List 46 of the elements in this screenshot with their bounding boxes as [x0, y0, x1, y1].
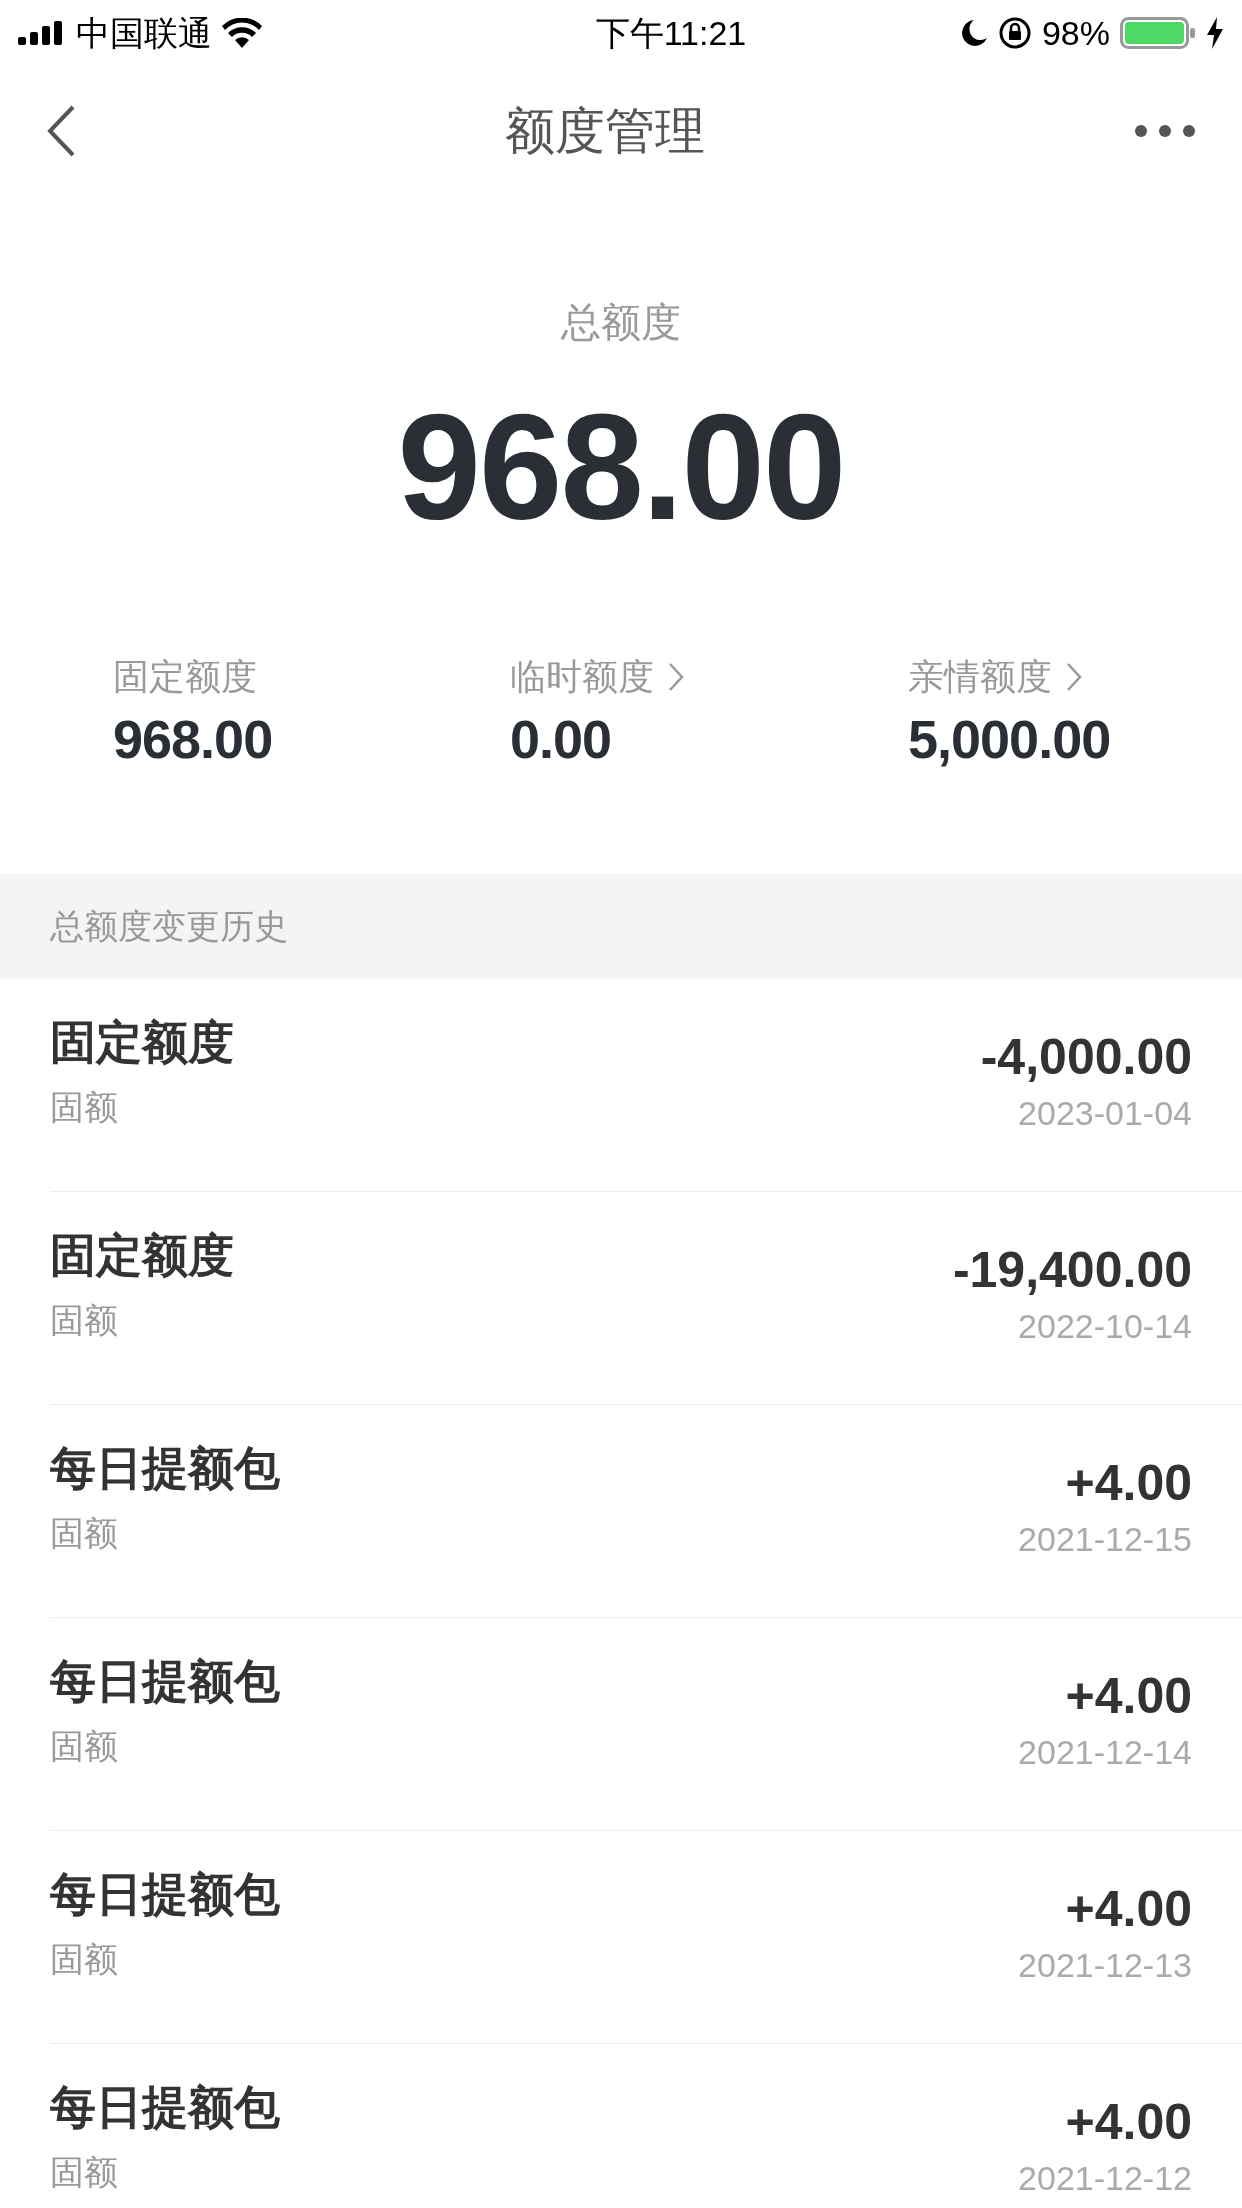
- total-limit-amount: 968.00: [397, 392, 845, 542]
- entry-type: 固额: [50, 1087, 119, 1127]
- total-limit-label: 总额度: [561, 302, 681, 342]
- entry-amount: +4.00: [1065, 1454, 1192, 1513]
- moon-icon: [959, 18, 988, 48]
- entry-date: 2021-12-12: [1018, 2158, 1192, 2198]
- page-title: 额度管理: [505, 101, 705, 161]
- entry-title: 固定额度: [50, 1015, 234, 1069]
- more-icon[interactable]: [1134, 124, 1196, 138]
- clock-time: 下午11:21: [595, 12, 747, 54]
- charging-bolt-icon: [1206, 17, 1224, 49]
- entry-title: 每日提额包: [50, 1867, 280, 1921]
- entry-date: 2021-12-14: [1018, 1732, 1192, 1772]
- back-icon[interactable]: [46, 105, 76, 157]
- battery-icon: [1120, 17, 1196, 49]
- carrier-name: 中国联通: [76, 12, 212, 54]
- entry-title: 每日提额包: [50, 1654, 280, 1708]
- entry-type: 固额: [50, 1513, 119, 1553]
- limit-value: 968.00: [113, 709, 274, 769]
- chevron-right-icon: [668, 662, 684, 692]
- entry-date: 2021-12-15: [1018, 1519, 1192, 1559]
- entry-amount: +4.00: [1065, 2093, 1192, 2152]
- entry-type: 固额: [50, 1939, 119, 1979]
- entry-date: 2022-10-14: [1018, 1306, 1192, 1346]
- entry-amount: -19,400.00: [952, 1241, 1192, 1300]
- entry-date: 2021-12-13: [1018, 1945, 1192, 1985]
- entry-title: 每日提额包: [50, 1441, 280, 1495]
- entry-amount: -4,000.00: [980, 1028, 1192, 1087]
- entry-title: 固定额度: [50, 1228, 234, 1282]
- wifi-icon: [222, 18, 262, 48]
- chevron-right-icon: [1066, 662, 1082, 692]
- entry-type: 固额: [50, 1300, 119, 1340]
- entry-type: 固额: [50, 2152, 119, 2192]
- limit-value: 0.00: [510, 709, 613, 769]
- rotation-lock-icon: [997, 16, 1032, 50]
- limit-label: 固定额度: [113, 657, 257, 697]
- section-header: 总额度变更历史: [50, 906, 288, 947]
- limit-link[interactable]: 亲情额度: [908, 657, 1082, 697]
- limit-value: 5,000.00: [908, 709, 1112, 769]
- entry-type: 固额: [50, 1726, 119, 1766]
- battery-percent: 98%: [1041, 12, 1110, 54]
- limit-link[interactable]: 临时额度: [510, 657, 684, 697]
- entry-amount: +4.00: [1065, 1667, 1192, 1726]
- entry-amount: +4.00: [1065, 1880, 1192, 1939]
- entry-title: 每日提额包: [50, 2080, 280, 2134]
- entry-date: 2023-01-04: [1018, 1093, 1192, 1133]
